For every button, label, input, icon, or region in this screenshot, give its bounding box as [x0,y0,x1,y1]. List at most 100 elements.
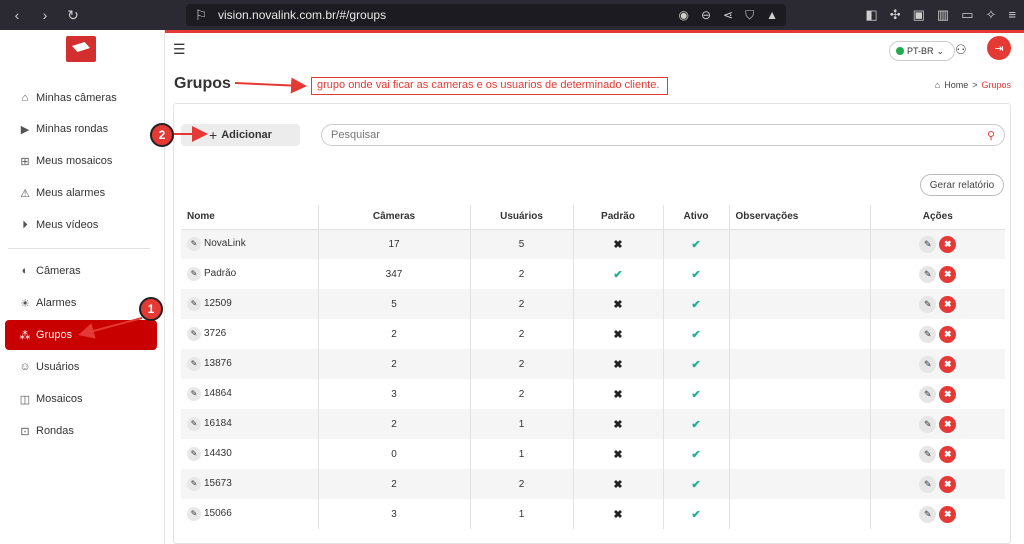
group-name: Padrão [204,268,237,279]
edit-icon[interactable]: ✎ [919,505,937,523]
pencil-icon[interactable]: ✎ [187,357,201,371]
menu-icon[interactable]: ≡ [1008,7,1016,23]
sidebar-item-cameras[interactable]: ◐ Câmeras [5,256,157,286]
delete-icon[interactable]: ✖ [939,235,957,253]
forward-icon[interactable]: › [38,8,52,22]
pencil-icon[interactable]: ✎ [187,237,201,252]
home-icon: ⌂ [934,80,941,90]
reload-icon[interactable]: ↻ [66,8,80,22]
pencil-icon[interactable]: ✎ [187,267,201,281]
table-row[interactable]: ✎ 14430 0 1 ✖ ✔ ✎ ✖ [181,439,1005,469]
sidebar-item-alarmes[interactable]: ☀ Alarmes [5,288,157,318]
pencil-icon[interactable]: ✎ [187,327,201,341]
pencil-icon[interactable]: ✎ [187,417,201,431]
screenshot-icon[interactable]: ▣ [913,7,925,23]
pencil-icon[interactable]: ✎ [187,297,201,311]
grid-icon: ⊞ [20,155,30,168]
address-bar[interactable]: ⚐ vision.novalink.com.br/#/groups ◉ ⊖ ⋖ … [186,4,786,26]
pencil-icon[interactable]: ✎ [187,387,201,401]
cell-active: ✔ [663,469,730,499]
delete-icon[interactable]: ✖ [939,385,957,403]
cell-active: ✔ [663,349,730,379]
shield-icon[interactable]: ⛉ [745,8,754,23]
back-icon[interactable]: ‹ [10,8,24,22]
sidebar-item-meus-alarmes[interactable]: ⚠ Meus alarmes [5,178,157,208]
users-icon: ☺ [19,361,31,373]
table-row[interactable]: ✎ NovaLink 17 5 ✖ ✔ ✎ ✖ [181,229,1005,259]
puzzle-icon[interactable]: ✣ [890,7,901,23]
delete-icon[interactable]: ✖ [939,295,957,313]
delete-icon[interactable]: ✖ [939,355,957,373]
edit-icon[interactable]: ✎ [919,415,937,433]
pencil-icon[interactable]: ✎ [187,447,201,461]
edit-icon[interactable]: ✎ [919,235,937,253]
delete-icon[interactable]: ✖ [939,415,957,433]
edit-icon[interactable]: ✎ [919,325,937,343]
delete-icon[interactable]: ✖ [939,445,957,463]
delete-icon[interactable]: ✖ [939,475,957,493]
pencil-icon[interactable]: ✎ [187,477,201,491]
sidebar-item-minhas-rondas[interactable]: ▶ Minhas rondas [5,114,157,144]
edit-icon[interactable]: ✎ [919,475,937,493]
location-icon[interactable]: ◉ [678,8,688,23]
delete-icon[interactable]: ✖ [939,505,957,523]
sidebar-item-meus-videos[interactable]: ⏵ Meus vídeos [5,210,157,240]
delete-icon[interactable]: ✖ [939,265,957,283]
table-header-row: Nome Câmeras Usuários Padrão Ativo Obser… [181,205,1005,230]
logout-icon[interactable]: ⇥ [987,36,1011,60]
table-row[interactable]: ✎ 16184 2 1 ✖ ✔ ✎ ✖ [181,409,1005,439]
column-header-cameras[interactable]: Câmeras [318,205,471,230]
table-row[interactable]: ✎ 14864 3 2 ✖ ✔ ✎ ✖ [181,379,1005,409]
edit-icon[interactable]: ✎ [919,445,937,463]
arrow-to-annotation [234,77,307,94]
cell-default: ✖ [573,499,664,529]
edit-icon[interactable]: ✎ [919,295,937,313]
table-row[interactable]: ✎ 15673 2 2 ✖ ✔ ✎ ✖ [181,469,1005,499]
hamburger-menu-icon[interactable]: ☰ [173,41,186,58]
sidebar-item-mosaicos[interactable]: ◫ Mosaicos [5,384,157,414]
column-header-name[interactable]: Nome [181,205,319,230]
generate-report-button[interactable]: Gerar relatório [920,174,1004,196]
ai-icon[interactable]: ✧ [986,7,997,23]
wallet-icon[interactable]: ▭ [961,7,973,23]
extension-icon[interactable]: ◧ [865,7,877,23]
edit-icon[interactable]: ✎ [919,265,937,283]
edit-icon[interactable]: ✎ [919,385,937,403]
table-row[interactable]: ✎ Padrão 347 2 ✔ ✔ ✎ ✖ [181,259,1005,289]
table-row[interactable]: ✎ 13876 2 2 ✖ ✔ ✎ ✖ [181,349,1005,379]
user-icon[interactable]: ⚇ [955,42,967,58]
pencil-icon[interactable]: ✎ [187,507,201,521]
table-row[interactable]: ✎ 12509 5 2 ✖ ✔ ✎ ✖ [181,289,1005,319]
sidebar-item-minhas-cameras[interactable]: ⌂ Minhas câmeras [5,83,157,113]
plus-icon: + [209,127,218,143]
column-header-active[interactable]: Ativo [663,205,730,230]
table-row[interactable]: ✎ 3726 2 2 ✖ ✔ ✎ ✖ [181,319,1005,349]
search-icon[interactable]: ⚲ [987,129,995,142]
check-icon: ✔ [691,268,701,281]
column-header-users[interactable]: Usuários [470,205,574,230]
language-selector[interactable]: PT-BR ⌄ [889,41,955,61]
zoom-icon[interactable]: ⊖ [701,8,711,23]
table-row[interactable]: ✎ 15066 3 1 ✖ ✔ ✎ ✖ [181,499,1005,529]
add-button[interactable]: + Adicionar [181,124,300,146]
bookmark-icon[interactable]: ⚐ [194,8,208,22]
search-input[interactable]: Pesquisar ⚲ [321,124,1005,146]
breadcrumb-home[interactable]: Home [944,80,968,90]
sidebar-item-label: Grupos [36,329,73,341]
group-name: NovaLink [204,238,246,250]
triangle-icon[interactable]: ▲ [766,8,778,23]
delete-icon[interactable]: ✖ [939,325,957,343]
column-header-notes[interactable]: Observações [729,205,871,230]
sidebar-item-usuarios[interactable]: ☺ Usuários [5,352,157,382]
sidebar-item-rondas[interactable]: ⊡ Rondas [5,416,157,446]
edit-icon[interactable]: ✎ [919,355,937,373]
cross-icon: ✖ [613,508,623,521]
column-header-default[interactable]: Padrão [573,205,664,230]
sidebar-item-meus-mosaicos[interactable]: ⊞ Meus mosaicos [5,146,157,176]
url-text[interactable]: vision.novalink.com.br/#/groups [218,8,386,22]
sidebar-icon[interactable]: ▥ [937,7,949,23]
cell-users: 2 [470,259,574,289]
cell-default: ✔ [573,259,664,289]
share-icon[interactable]: ⋖ [723,8,733,23]
sidebar-item-grupos[interactable]: ⁂ Grupos [5,320,157,350]
